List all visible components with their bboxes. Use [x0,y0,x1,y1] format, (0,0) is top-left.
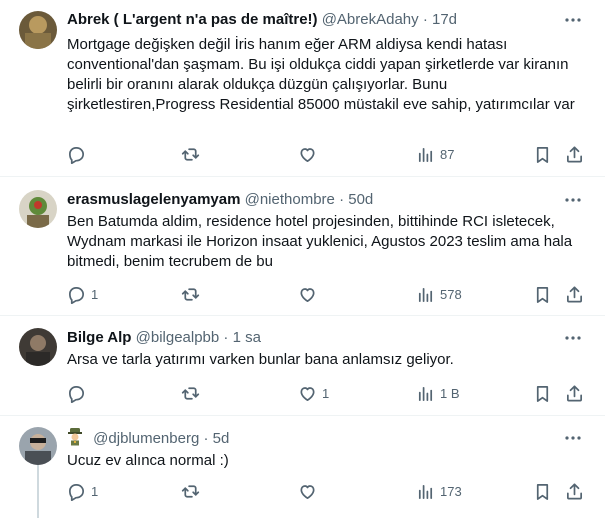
bookmark-icon [533,384,552,403]
bookmark-icon [533,482,552,501]
views-icon [416,482,435,501]
like-icon [298,285,317,304]
retweet-icon [181,482,200,501]
more-options-icon[interactable] [563,328,583,348]
separator: · [422,11,428,28]
separator: · [203,430,209,447]
tweet[interactable]: @djblumenberg · 5d Ucuz ev alınca normal… [0,415,605,518]
thread-line [37,465,39,518]
reply-icon [67,384,86,403]
views-icon [416,384,435,403]
tweet-time[interactable]: 50d [348,191,373,208]
tweet-header: erasmuslagelenyamyam @niethombre · 50d [67,190,373,210]
tweet-time[interactable]: 1 sa [233,329,261,346]
author-handle[interactable]: @djblumenberg [93,430,199,447]
bookmark-button[interactable] [533,144,552,164]
views-count: 1 B [440,385,460,401]
more-options-icon[interactable] [563,10,583,30]
tweet-header: @djblumenberg · 5d [67,428,229,449]
more-options-icon[interactable] [563,190,583,210]
retweet-button[interactable] [181,481,205,501]
tweet-time[interactable]: 17d [432,11,457,28]
author-handle[interactable]: @niethombre [245,191,335,208]
tweet-time[interactable]: 5d [213,430,230,447]
retweet-icon [181,285,200,304]
share-icon [565,384,584,403]
tweet-header: Abrek ( L'argent n'a pas de maître!) @Ab… [67,10,457,30]
retweet-button[interactable] [181,383,205,403]
tweet-text: Ucuz ev alınca normal :) [67,452,229,469]
like-icon [298,145,317,164]
views-button[interactable]: 173 [416,481,462,501]
views-button[interactable]: 1 B [416,383,460,403]
like-icon [298,482,317,501]
like-icon [298,384,317,403]
share-button[interactable] [565,144,584,164]
tweet-actions: 1 173 [67,481,587,501]
reply-icon [67,145,86,164]
reply-button[interactable]: 1 [67,481,98,501]
tweet-text: Mortgage değişken değil İris hanım eğer … [67,36,575,113]
author-handle[interactable]: @AbrekAdahy [322,11,419,28]
like-button[interactable] [298,144,322,164]
tweet-actions: 1 1 B [67,383,587,403]
retweet-icon [181,384,200,403]
share-button[interactable] [565,284,584,304]
tweet[interactable]: Bilge Alp @bilgealpbb · 1 sa Arsa ve tar… [0,315,605,416]
views-count: 87 [440,146,455,162]
separator: · [339,191,345,208]
author-name[interactable]: Abrek ( L'argent n'a pas de maître!) [67,11,318,28]
avatar[interactable] [19,427,57,465]
tweet-actions: 87 [67,144,587,164]
avatar[interactable] [19,328,57,366]
author-handle[interactable]: @bilgealpbb [136,329,220,346]
tweet-text: Ben Batumda aldim, residence hotel proje… [67,213,573,270]
reply-button[interactable] [67,144,91,164]
share-icon [565,145,584,164]
separator: · [223,329,229,346]
reply-count: 1 [91,286,99,302]
reply-icon [67,285,86,304]
views-button[interactable]: 87 [416,144,454,164]
views-count: 173 [440,483,462,499]
share-button[interactable] [565,481,584,501]
military-emoji-icon [67,428,83,446]
views-button[interactable]: 578 [416,284,462,304]
tweet-actions: 1 578 [67,284,587,304]
tweet[interactable]: Abrek ( L'argent n'a pas de maître!) @Ab… [0,0,605,177]
bookmark-button[interactable] [533,284,552,304]
reply-icon [67,482,86,501]
share-button[interactable] [565,383,584,403]
author-name[interactable]: Bilge Alp [67,329,131,346]
avatar[interactable] [19,11,57,49]
tweet-header: Bilge Alp @bilgealpbb · 1 sa [67,328,261,348]
tweet-text: Arsa ve tarla yatırımı varken bunlar ban… [67,351,454,368]
bookmark-icon [533,285,552,304]
bookmark-button[interactable] [533,481,552,501]
more-options-icon[interactable] [563,428,583,448]
bookmark-icon [533,145,552,164]
views-icon [416,145,435,164]
reply-button[interactable] [67,383,91,403]
share-icon [565,285,584,304]
like-button[interactable]: 1 [298,383,329,403]
share-icon [565,482,584,501]
author-name[interactable]: erasmuslagelenyamyam [67,191,240,208]
retweet-button[interactable] [181,284,205,304]
tweet[interactable]: erasmuslagelenyamyam @niethombre · 50d B… [0,176,605,316]
like-count: 1 [322,385,330,401]
retweet-icon [181,145,200,164]
reply-count: 1 [91,483,99,499]
retweet-button[interactable] [181,144,205,164]
bookmark-button[interactable] [533,383,552,403]
like-button[interactable] [298,481,322,501]
views-count: 578 [440,286,462,302]
like-button[interactable] [298,284,322,304]
views-icon [416,285,435,304]
reply-button[interactable]: 1 [67,284,98,304]
avatar[interactable] [19,190,57,228]
